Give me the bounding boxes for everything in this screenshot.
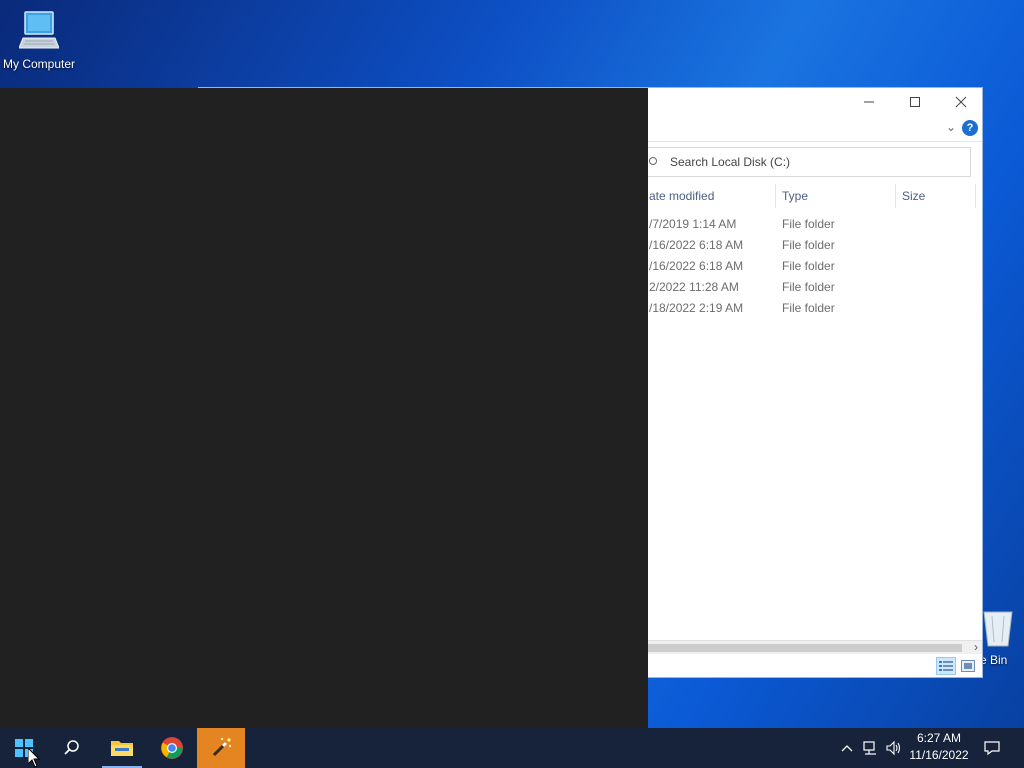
minimize-icon	[864, 101, 874, 103]
scroll-right-icon[interactable]: ›	[974, 640, 978, 654]
column-header-date-modified[interactable]: ate modified	[643, 184, 776, 208]
taskbar-search-button[interactable]	[48, 728, 96, 768]
taskbar-chrome[interactable]	[148, 728, 196, 768]
cell-date-modified: /18/2022 2:19 AM	[649, 301, 744, 315]
cell-type: File folder	[782, 217, 835, 231]
column-header-type[interactable]: Type	[776, 184, 896, 208]
help-icon[interactable]: ?	[962, 120, 978, 136]
network-tray-button[interactable]	[860, 728, 882, 768]
large-icons-view-icon	[961, 660, 975, 672]
clock-time: 6:27 AM	[916, 731, 962, 745]
cell-type: File folder	[782, 301, 835, 315]
cell-type: File folder	[782, 238, 835, 252]
computer-icon	[18, 11, 60, 49]
details-view-icon	[939, 661, 953, 671]
action-center-button[interactable]	[980, 728, 1004, 768]
cell-date-modified: /16/2022 6:18 AM	[649, 259, 744, 273]
network-icon	[863, 741, 876, 755]
large-icons-view-button[interactable]	[958, 657, 978, 675]
clock-date: 11/16/2022	[909, 748, 969, 762]
desktop-icon-label: My Computer	[2, 57, 76, 71]
taskbar: 6:27 AM 11/16/2022	[0, 728, 1024, 768]
taskbar-clock[interactable]: 6:27 AM 11/16/2022	[906, 730, 972, 764]
volume-icon	[886, 740, 901, 756]
column-header-size[interactable]: Size	[896, 184, 976, 208]
taskbar-file-explorer[interactable]	[98, 728, 146, 768]
maximize-button[interactable]	[892, 88, 938, 116]
chevron-up-icon	[841, 745, 853, 752]
notification-icon	[984, 741, 1000, 756]
maximize-icon	[910, 97, 920, 107]
search-box[interactable]: Search Local Disk (C:)	[641, 147, 971, 177]
magic-wand-icon	[212, 737, 232, 757]
details-view-button[interactable]	[936, 657, 956, 675]
chrome-icon	[161, 737, 183, 759]
chevron-down-icon[interactable]: ⌄	[946, 120, 956, 134]
taskbar-magic-wand-app[interactable]	[197, 728, 245, 768]
search-icon	[64, 740, 79, 755]
mouse-cursor-icon	[28, 748, 40, 768]
start-button[interactable]	[0, 728, 48, 768]
minimize-button[interactable]	[846, 88, 892, 116]
dark-launcher-panel	[0, 88, 648, 728]
cell-date-modified: /7/2019 1:14 AM	[649, 217, 737, 231]
cell-date-modified: /16/2022 6:18 AM	[649, 238, 744, 252]
desktop-icon-label: e Bin	[980, 653, 1008, 667]
cell-type: File folder	[782, 280, 835, 294]
close-button[interactable]	[938, 88, 984, 116]
desktop-icon-my-computer[interactable]: My Computer	[0, 8, 78, 71]
folder-icon	[111, 741, 133, 756]
close-icon	[955, 96, 967, 108]
volume-tray-button[interactable]	[884, 728, 904, 768]
cell-type: File folder	[782, 259, 835, 273]
cell-date-modified: 2/2022 11:28 AM	[649, 280, 739, 294]
search-placeholder: Search Local Disk (C:)	[670, 155, 791, 169]
show-hidden-icons-button[interactable]	[838, 728, 856, 768]
